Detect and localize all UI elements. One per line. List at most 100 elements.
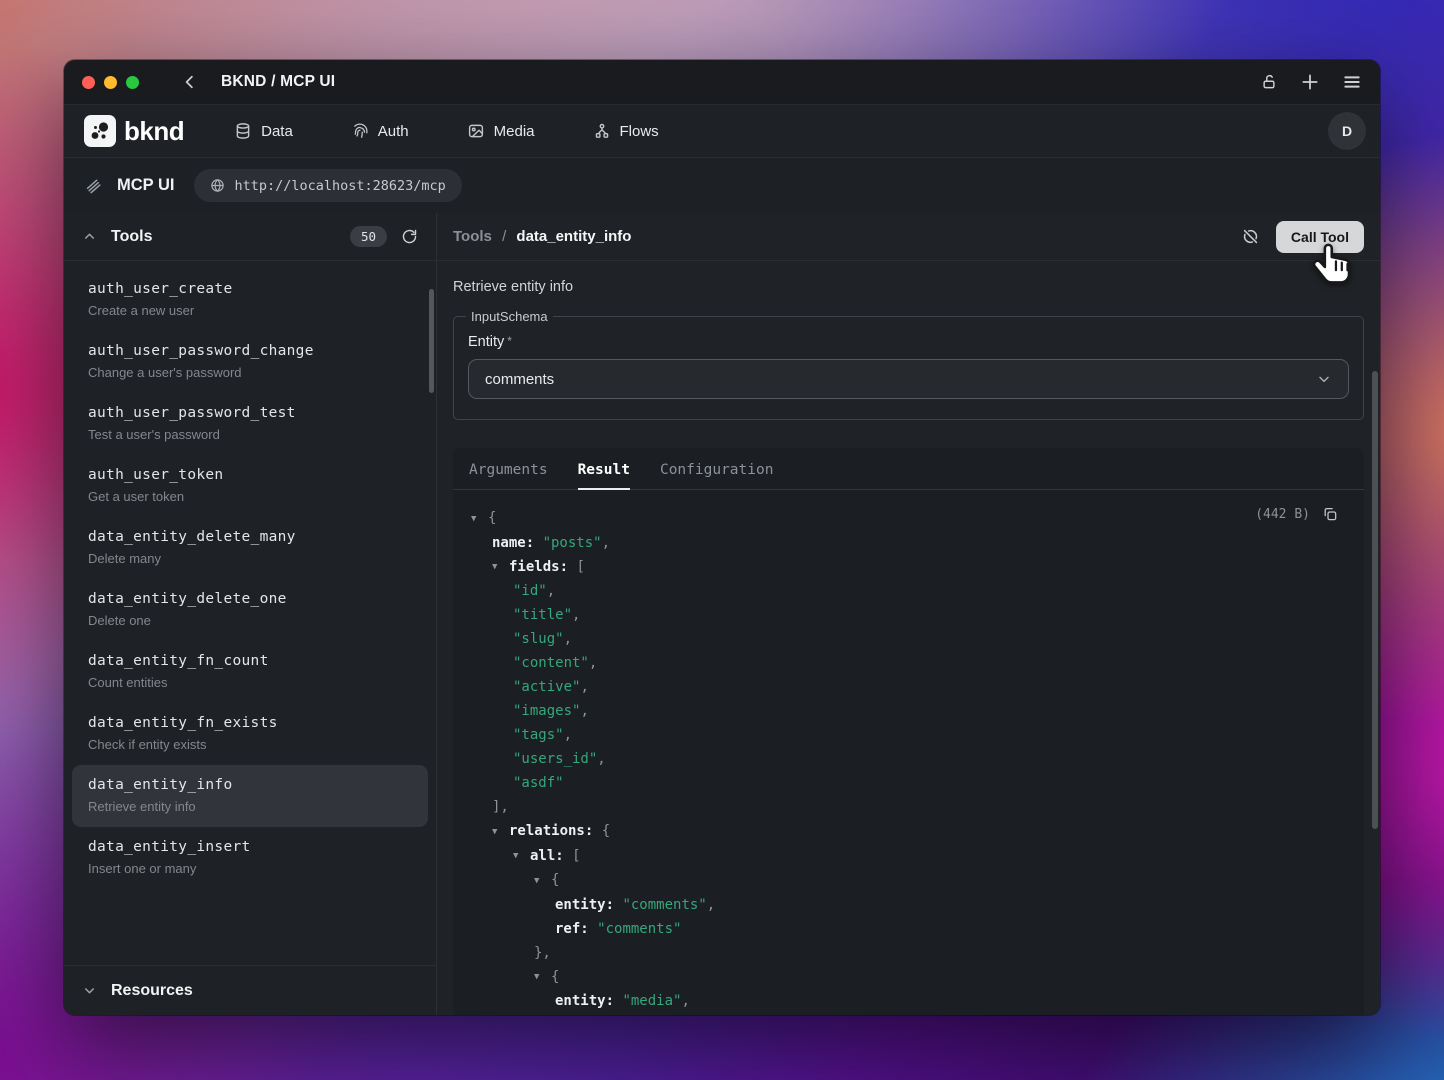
json-line[interactable]: }, [453,941,1364,965]
entity-select[interactable]: comments [468,359,1349,399]
menu-icon[interactable] [1342,72,1362,92]
json-token-key: relations: [509,823,602,839]
json-line[interactable]: name: "posts", [453,531,1364,555]
json-line[interactable]: "tags", [453,723,1364,747]
tool-list-item[interactable]: auth_user_password_test Test a user's pa… [64,393,436,455]
json-line[interactable]: "id", [453,579,1364,603]
tool-name: auth_user_token [88,467,412,483]
json-result-viewer: (442 B) ▼{name: "posts",▼fields: ["id","… [453,490,1364,1015]
breadcrumb-section[interactable]: Tools [453,228,492,245]
json-line[interactable]: "content", [453,651,1364,675]
new-tab-icon[interactable] [1300,72,1320,92]
nav-item-auth[interactable]: Auth [351,122,409,140]
json-line[interactable]: entity: "comments", [453,893,1364,917]
tool-list-item[interactable]: data_entity_insert Insert one or many [64,827,436,889]
tool-list-item[interactable]: data_entity_info Retrieve entity info [72,765,428,827]
tab[interactable]: Arguments [469,462,548,489]
zoom-window-button[interactable] [126,76,139,89]
json-token-punct: , [547,583,555,599]
minimize-window-button[interactable] [104,76,117,89]
tool-name: data_entity_delete_one [88,591,412,607]
bknd-logo-icon [84,115,116,147]
collapse-triangle-icon[interactable]: ▼ [492,555,509,579]
json-token-str: "title" [513,607,572,623]
json-token-str: "content" [513,655,589,671]
window-title: BKND / MCP UI [221,73,335,91]
json-line[interactable]: "title", [453,603,1364,627]
server-url-pill[interactable]: http://localhost:28623/mcp [194,169,461,202]
json-token-str: "images" [513,703,580,719]
json-line[interactable]: ▼fields: [ [453,555,1364,580]
back-icon[interactable] [181,73,199,91]
refresh-icon[interactable] [401,228,418,245]
nav-item-flows[interactable]: Flows [593,122,659,140]
json-line[interactable]: "users_id", [453,747,1364,771]
json-line[interactable]: ], [453,795,1364,819]
json-line[interactable]: ref: "comments" [453,917,1364,941]
tab[interactable]: Result [578,462,630,489]
tool-name: data_entity_fn_count [88,653,412,669]
json-token-punct: { [488,510,496,526]
brand-logo[interactable]: bknd [78,115,190,147]
collapse-triangle-icon[interactable]: ▼ [492,820,509,844]
lock-icon[interactable] [1260,73,1278,91]
close-window-button[interactable] [82,76,95,89]
user-avatar[interactable]: D [1328,112,1366,150]
window-titlebar: BKND / MCP UI [64,60,1380,104]
tool-list-item[interactable]: data_entity_fn_count Count entities [64,641,436,703]
collapse-triangle-icon[interactable]: ▼ [513,844,530,868]
json-token-key: name: [492,535,543,551]
fingerprint-icon [351,122,369,140]
json-token-punct: , [580,703,588,719]
tool-list-item[interactable]: data_entity_delete_one Delete one [64,579,436,641]
server-url: http://localhost:28623/mcp [234,178,445,194]
main-scrollbar-thumb[interactable] [1372,371,1378,829]
result-size-badge: (442 B) [1255,507,1310,522]
breadcrumb-separator: / [502,228,506,245]
chevron-down-icon [1316,371,1332,387]
input-schema-fieldset: InputSchema Entity* comments [453,309,1364,420]
json-token-key: fields: [509,559,576,575]
tools-section-header[interactable]: Tools 50 [64,213,436,261]
sidebar-scrollbar-thumb[interactable] [429,289,434,393]
stack-icon [84,176,103,195]
json-line[interactable]: ▼relations: { [453,819,1364,844]
json-token-str: "asdf" [513,775,564,791]
json-line[interactable]: "active", [453,675,1364,699]
json-token-punct: , [580,679,588,695]
resources-section-header[interactable]: Resources [64,965,436,1015]
auto-refresh-off-icon[interactable] [1241,227,1260,246]
json-line[interactable]: ▼{ [453,965,1364,990]
call-tool-button[interactable]: Call Tool [1276,221,1364,253]
tab-label: Result [578,462,630,478]
tool-list-item[interactable]: auth_user_token Get a user token [64,455,436,517]
tool-list-item[interactable]: auth_user_password_change Change a user'… [64,331,436,393]
nav-item-data[interactable]: Data [234,122,293,140]
json-line[interactable]: entity: "media", [453,989,1364,1013]
json-line[interactable]: ref: "images" [453,1013,1364,1015]
traffic-lights [82,76,139,89]
collapse-triangle-icon[interactable]: ▼ [534,869,551,893]
nav-items: Data Auth Media [234,122,659,140]
nav-item-media[interactable]: Media [467,122,535,140]
tool-list-item[interactable]: data_entity_delete_many Delete many [64,517,436,579]
json-line[interactable]: "images", [453,699,1364,723]
database-icon [234,122,252,140]
tools-section-title: Tools [111,228,152,246]
copy-icon[interactable] [1322,506,1338,522]
json-line[interactable]: "asdf" [453,771,1364,795]
tab[interactable]: Configuration [660,462,774,489]
json-token-punct: , [597,751,605,767]
collapse-triangle-icon[interactable]: ▼ [534,965,551,989]
json-line[interactable]: ▼{ [453,506,1364,531]
tool-name: auth_user_create [88,281,412,297]
json-line[interactable]: ▼all: [ [453,844,1364,869]
json-line[interactable]: "slug", [453,627,1364,651]
json-token-punct: , [572,607,580,623]
json-line[interactable]: ▼{ [453,868,1364,893]
collapse-triangle-icon[interactable]: ▼ [471,507,488,531]
tool-description: Create a new user [88,303,412,318]
tool-list-item[interactable]: data_entity_fn_exists Check if entity ex… [64,703,436,765]
tool-description: Count entities [88,675,412,690]
tool-list-item[interactable]: auth_user_create Create a new user [64,269,436,331]
